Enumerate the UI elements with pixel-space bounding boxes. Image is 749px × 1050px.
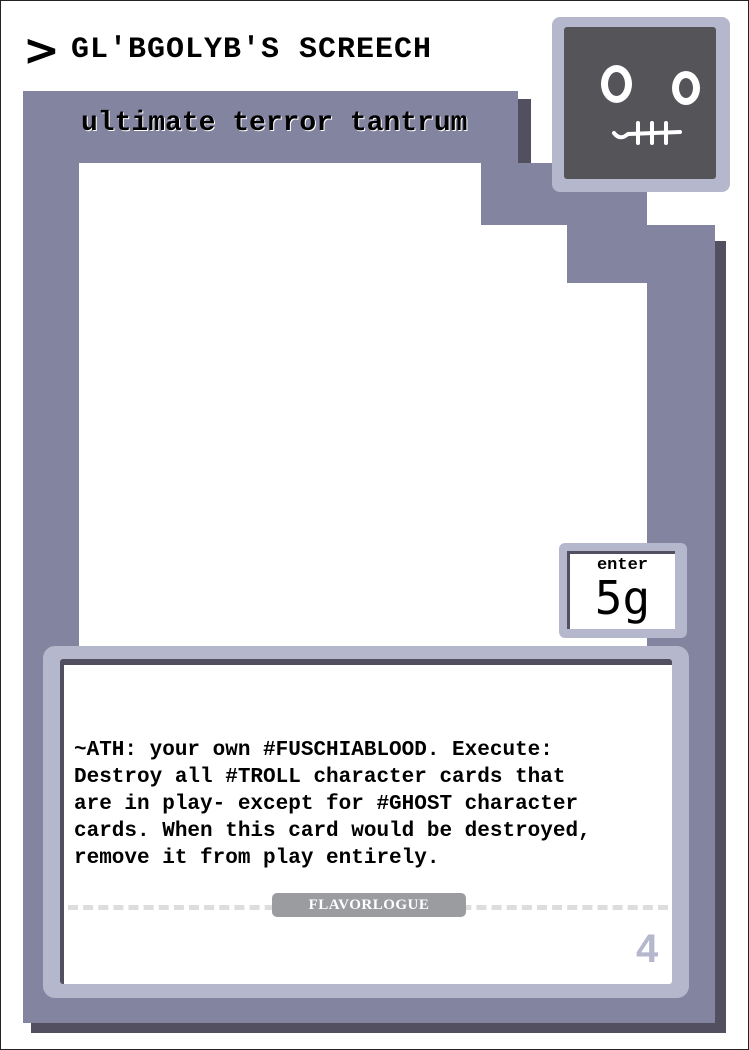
card-title: GL'BGOLYB'S SCREECH bbox=[71, 33, 433, 67]
enter-cost-box: enter 5g bbox=[559, 543, 687, 638]
card: > GL'BGOLYB'S SCREECH ultimate terror ta… bbox=[0, 0, 749, 1050]
enter-cost-inner: enter 5g bbox=[567, 551, 675, 629]
stitched-mouth-icon bbox=[612, 121, 682, 145]
rules-text-box: ~ATH: your own #FUSCHIABLOOD. Execute: D… bbox=[43, 646, 689, 998]
card-number: 4 bbox=[636, 927, 659, 971]
left-eye bbox=[601, 65, 632, 103]
stitched-face-icon bbox=[564, 27, 716, 179]
card-subtitle: ultimate terror tantrum bbox=[81, 108, 468, 139]
chevron-right-icon: > bbox=[23, 25, 60, 76]
art-notch-2 bbox=[567, 225, 647, 283]
portrait-frame bbox=[552, 17, 730, 192]
right-eye bbox=[672, 71, 700, 105]
rules-text-inner: ~ATH: your own #FUSCHIABLOOD. Execute: D… bbox=[60, 659, 672, 984]
rules-text: ~ATH: your own #FUSCHIABLOOD. Execute: D… bbox=[74, 739, 591, 870]
enter-cost-value: 5g bbox=[594, 571, 651, 625]
flavor-badge: FLAVORLOGUE bbox=[272, 893, 466, 917]
